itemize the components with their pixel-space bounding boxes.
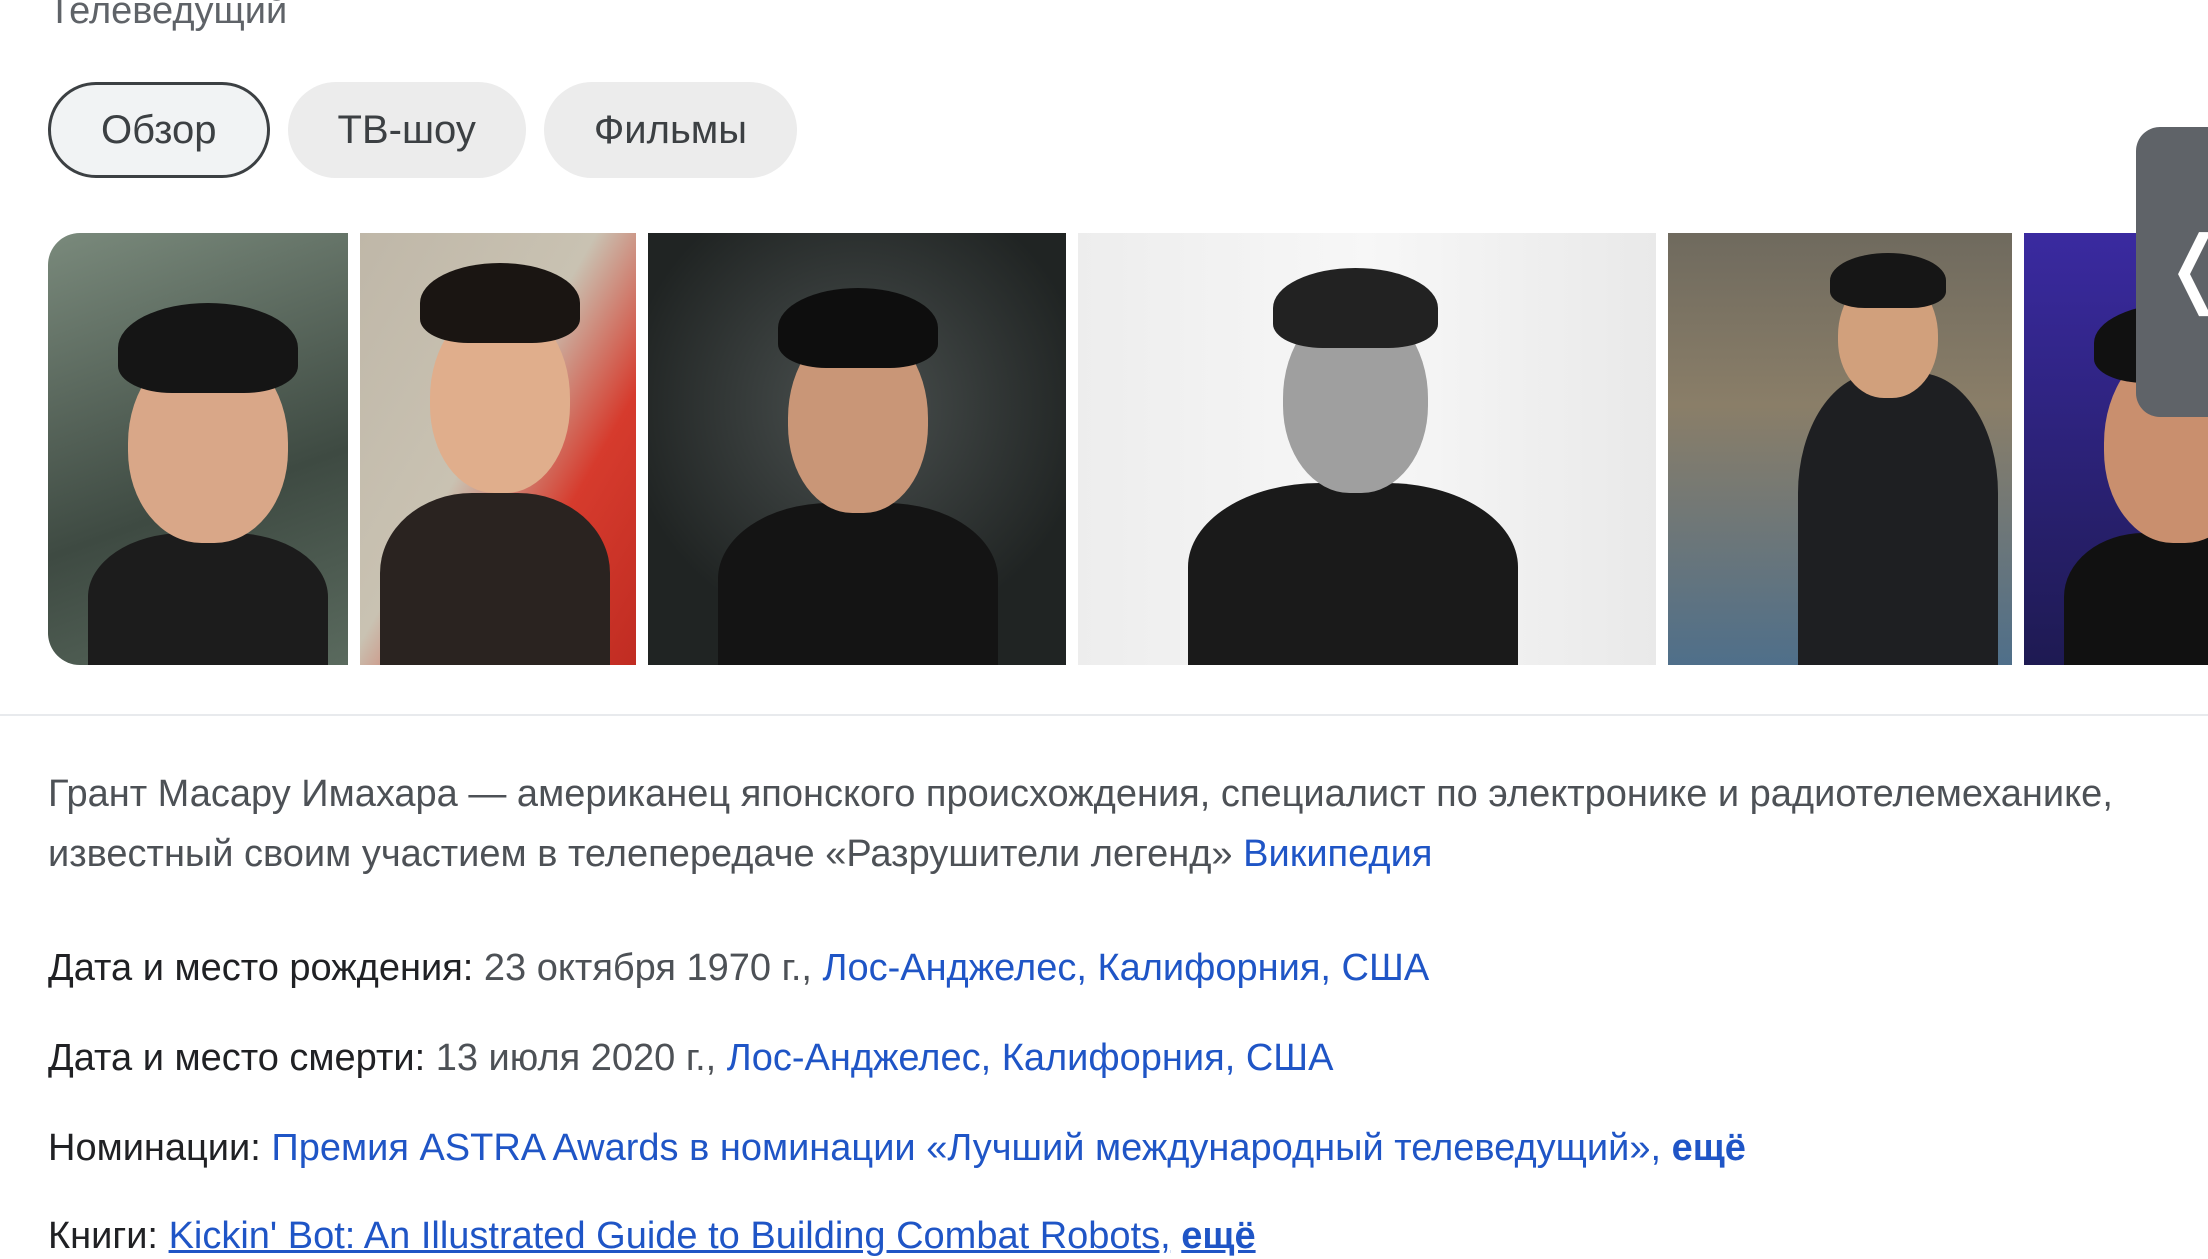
tab-tv-shows[interactable]: ТВ-шоу [287,82,526,178]
section-divider [0,714,2208,716]
fact-nominations-more[interactable]: ещё [1672,1127,1746,1169]
fact-death: Дата и место смерти: 13 июля 2020 г., Ло… [48,1035,1333,1081]
fact-books: Книги: Kickin' Bot: An Illustrated Guide… [48,1213,1256,1259]
fact-birth-label: Дата и место рождения: [48,947,474,989]
entity-subtitle: Телеведущий [48,0,288,32]
wikipedia-link[interactable]: Википедия [1243,833,1432,875]
fact-birth-date: 23 октября 1970 г., [483,947,812,989]
fact-birth: Дата и место рождения: 23 октября 1970 г… [48,945,1429,991]
chevron-left-icon: ❬ [2160,222,2208,312]
side-panel-handle[interactable]: ❬ [2136,127,2208,417]
fact-books-link[interactable]: Kickin' Bot: An Illustrated Guide to Bui… [169,1215,1171,1257]
fact-books-more[interactable]: ещё [1181,1215,1255,1257]
image-gallery [48,233,2208,665]
tab-movies[interactable]: Фильмы [543,82,798,178]
fact-nominations: Номинации: Премия ASTRA Awards в номинац… [48,1125,1746,1171]
gallery-image-1[interactable] [48,233,348,665]
gallery-image-4[interactable] [1078,233,1656,665]
fact-nominations-label: Номинации: [48,1127,261,1169]
entity-description: Грант Масару Имахара — американец японск… [48,764,2168,884]
description-text: Грант Масару Имахара — американец японск… [48,773,2113,875]
fact-death-date: 13 июля 2020 г., [435,1037,717,1079]
fact-death-place-link[interactable]: Лос-Анджелес, Калифорния, США [727,1037,1334,1079]
fact-nominations-link[interactable]: Премия ASTRA Awards в номинации «Лучший … [271,1127,1661,1169]
gallery-image-5[interactable] [1668,233,2012,665]
fact-birth-place-link[interactable]: Лос-Анджелес, Калифорния, США [823,947,1430,989]
fact-books-label: Книги: [48,1215,158,1257]
tab-bar: Обзор ТВ-шоу Фильмы [48,82,798,178]
fact-death-label: Дата и место смерти: [48,1037,426,1079]
gallery-image-2[interactable] [360,233,636,665]
gallery-image-3[interactable] [648,233,1066,665]
tab-overview[interactable]: Обзор [48,82,270,178]
